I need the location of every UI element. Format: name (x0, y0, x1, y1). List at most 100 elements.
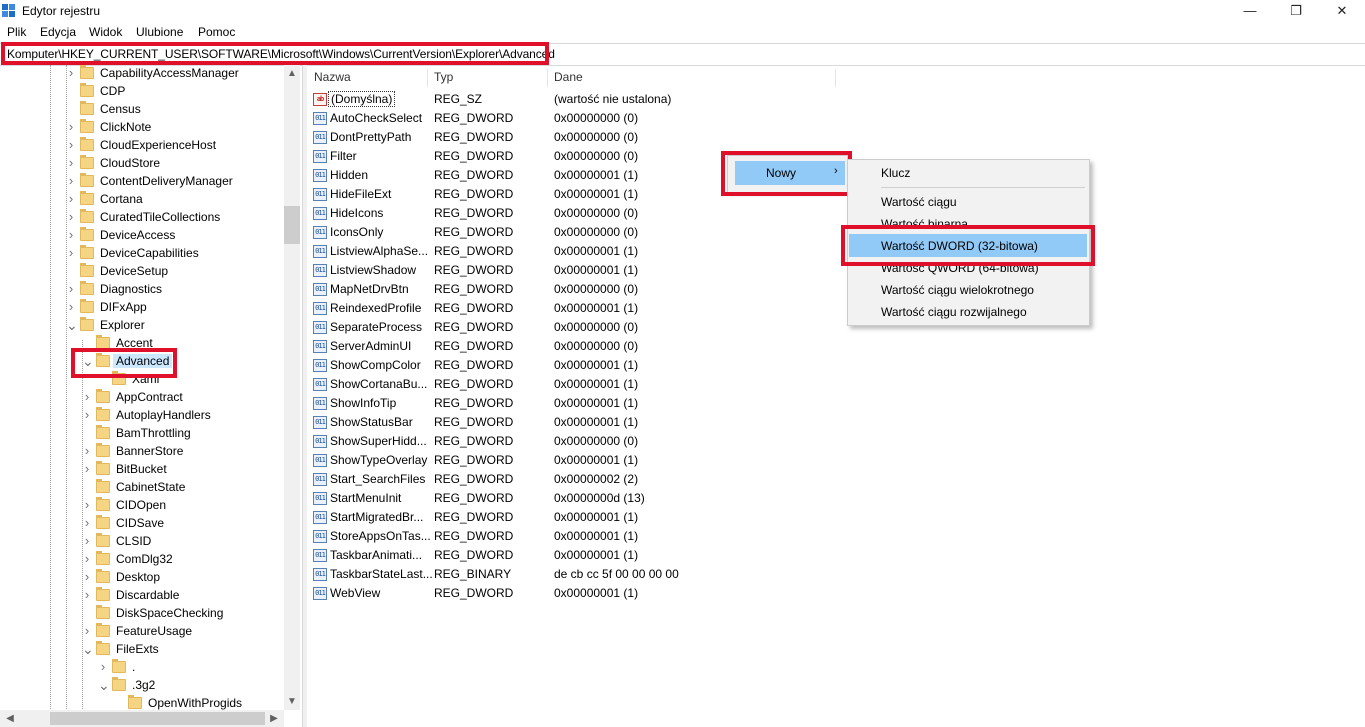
menu-view[interactable]: Widok (89, 25, 122, 39)
folder-icon (80, 227, 94, 241)
value-type: REG_DWORD (434, 187, 514, 201)
expand-chevron-icon[interactable]: › (66, 138, 76, 151)
value-row[interactable]: 011 StartMenuInit REG_DWORD 0x0000000d (13) (307, 489, 1107, 508)
expand-chevron-icon[interactable]: › (66, 66, 76, 79)
binary-value-icon: 011 (313, 473, 327, 486)
collapse-chevron-icon[interactable]: ⌄ (66, 318, 78, 332)
column-divider[interactable] (547, 69, 548, 87)
submenu-item-multi-string[interactable]: Wartość ciągu wielokrotnego (881, 283, 1034, 297)
column-divider[interactable] (427, 69, 428, 87)
value-type: REG_DWORD (434, 206, 514, 220)
submenu-item-expandable-string[interactable]: Wartość ciągu rozwijalnego (881, 305, 1027, 319)
minimize-button[interactable]: — (1227, 0, 1273, 22)
value-row[interactable]: 011 Start_SearchFiles REG_DWORD 0x00000002 … (307, 470, 1107, 489)
value-type: REG_DWORD (434, 282, 514, 296)
tree-item-label: ClickNote (100, 120, 152, 134)
value-name: DontPrettyPath (330, 130, 412, 144)
key-tree[interactable]: › CapabilityAccessManager CDP Census › ClickN… (0, 65, 300, 727)
value-name: SeparateProcess (330, 320, 423, 334)
value-row[interactable]: 011 TaskbarStateLast... REG_BINARY de cb cc… (307, 565, 1107, 584)
value-row[interactable]: 011 StoreAppsOnTas... REG_DWORD 0x00000001 … (307, 527, 1107, 546)
binary-value-icon: 011 (313, 302, 327, 315)
tree-vertical-scroll-thumb[interactable] (284, 206, 300, 244)
binary-value-icon: 011 (313, 454, 327, 467)
maximize-button[interactable]: ❐ (1273, 0, 1319, 22)
expand-chevron-icon[interactable]: › (66, 228, 76, 241)
folder-icon (96, 461, 110, 475)
expand-chevron-icon[interactable]: › (82, 552, 92, 565)
expand-chevron-icon[interactable]: › (82, 588, 92, 601)
expand-chevron-icon[interactable]: › (66, 156, 76, 169)
value-name: Hidden (330, 168, 369, 182)
scroll-left-icon[interactable]: ◀ (2, 713, 18, 724)
value-row[interactable]: 011 TaskbarAnimati... REG_DWORD 0x00000001 … (307, 546, 1107, 565)
value-name: ShowInfoTip (330, 396, 397, 410)
value-row[interactable]: 011 DontPrettyPath REG_DWORD 0x00000000 (0) (307, 128, 1107, 147)
binary-value-icon: 011 (313, 245, 327, 258)
expand-chevron-icon[interactable]: › (82, 444, 92, 457)
column-name[interactable]: Nazwa (314, 70, 351, 84)
value-data: 0x00000000 (0) (554, 111, 639, 125)
menu-edit[interactable]: Edycja (40, 25, 76, 39)
binary-value-icon: 011 (313, 397, 327, 410)
tree-vertical-scrollbar[interactable] (284, 65, 300, 710)
value-data: 0x00000001 (1) (554, 358, 639, 372)
expand-chevron-icon[interactable]: › (82, 534, 92, 547)
menu-file[interactable]: Plik (7, 25, 26, 39)
menu-help[interactable]: Pomoc (198, 25, 235, 39)
value-row[interactable]: 011 ShowCortanaBu... REG_DWORD 0x00000001 (… (307, 375, 1107, 394)
expand-chevron-icon[interactable]: › (66, 282, 76, 295)
tree-item-label: DIFxApp (100, 300, 147, 314)
registry-editor-icon (2, 4, 16, 18)
column-data[interactable]: Dane (554, 70, 583, 84)
scroll-right-icon[interactable]: ▶ (266, 713, 282, 724)
expand-chevron-icon[interactable]: › (66, 120, 76, 133)
folder-icon (96, 425, 110, 439)
value-row[interactable]: 011 ShowTypeOverlay REG_DWORD 0x00000001 (1… (307, 451, 1107, 470)
expand-chevron-icon[interactable]: › (82, 462, 92, 475)
expand-chevron-icon[interactable]: › (66, 300, 76, 313)
expand-chevron-icon[interactable]: › (82, 390, 92, 403)
expand-chevron-icon[interactable]: › (82, 498, 92, 511)
close-button[interactable]: ✕ (1319, 0, 1365, 22)
tree-item-label: Diagnostics (100, 282, 163, 296)
submenu-item-string[interactable]: Wartość ciągu (881, 195, 957, 209)
value-type: REG_DWORD (434, 263, 514, 277)
binary-value-icon: 011 (313, 226, 327, 239)
tree-horizontal-scroll-thumb[interactable] (50, 712, 265, 725)
value-row[interactable]: 011 ServerAdminUI REG_DWORD 0x00000000 (0) (307, 337, 1107, 356)
tree-item-label: CloudStore (100, 156, 161, 170)
expand-chevron-icon[interactable]: › (66, 174, 76, 187)
value-row[interactable]: 011 ShowCompColor REG_DWORD 0x00000001 (1) (307, 356, 1107, 375)
collapse-chevron-icon[interactable]: ⌄ (82, 642, 94, 656)
collapse-chevron-icon[interactable]: ⌄ (98, 678, 110, 692)
scroll-down-icon[interactable]: ▼ (284, 696, 300, 707)
menu-favorites[interactable]: Ulubione (136, 25, 183, 39)
expand-chevron-icon[interactable]: › (66, 192, 76, 205)
expand-chevron-icon[interactable]: › (82, 516, 92, 529)
folder-icon (80, 245, 94, 259)
tree-item-label: CuratedTileCollections (100, 210, 221, 224)
column-type[interactable]: Typ (434, 70, 453, 84)
expand-chevron-icon[interactable]: › (98, 660, 108, 673)
column-divider[interactable] (835, 69, 836, 87)
expand-chevron-icon[interactable]: › (66, 210, 76, 223)
expand-chevron-icon[interactable]: › (66, 246, 76, 259)
value-row[interactable]: 011 ShowSuperHidd... REG_DWORD 0x00000000 (… (307, 432, 1107, 451)
value-row[interactable]: ab (Domyślna) REG_SZ (wartość nie ustalona) (307, 90, 1107, 109)
address-highlight-box (1, 42, 549, 65)
scroll-up-icon[interactable]: ▲ (284, 68, 300, 79)
expand-chevron-icon[interactable]: › (82, 624, 92, 637)
value-row[interactable]: 011 AutoCheckSelect REG_DWORD 0x00000000 (0… (307, 109, 1107, 128)
value-row[interactable]: 011 WebView REG_DWORD 0x00000001 (1) (307, 584, 1107, 603)
folder-icon (80, 65, 94, 79)
value-row[interactable]: 011 StartMigratedBr... REG_DWORD 0x00000001… (307, 508, 1107, 527)
tree-item-label: Census (100, 102, 141, 116)
value-row[interactable]: 011 ShowStatusBar REG_DWORD 0x00000001 (1) (307, 413, 1107, 432)
expand-chevron-icon[interactable]: › (82, 408, 92, 421)
value-row[interactable]: 011 ShowInfoTip REG_DWORD 0x00000001 (1) (307, 394, 1107, 413)
submenu-item-key[interactable]: Klucz (881, 166, 910, 180)
tree-item-label: CapabilityAccessManager (100, 66, 239, 80)
value-name: HideIcons (330, 206, 384, 220)
expand-chevron-icon[interactable]: › (82, 570, 92, 583)
